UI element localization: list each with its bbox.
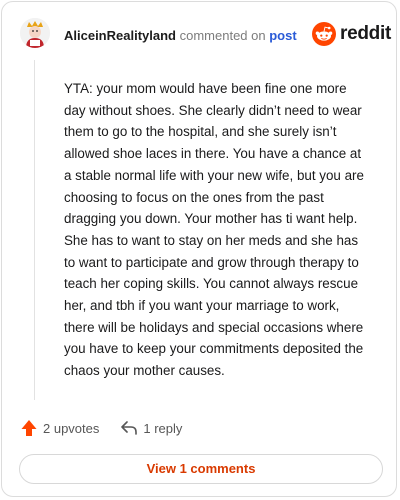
reddit-snoo-icon <box>312 22 336 46</box>
reddit-wordmark: reddit <box>340 23 391 44</box>
comment-body: YTA: your mom would have been fine one m… <box>64 81 364 379</box>
thread-line <box>34 60 35 400</box>
upvote-button[interactable]: 2 upvotes <box>19 418 99 438</box>
view-comments-button[interactable]: View 1 comments <box>19 454 383 484</box>
replies-count: 1 reply <box>143 420 183 436</box>
reddit-logo[interactable]: reddit <box>312 22 391 46</box>
upvote-arrow-icon <box>21 420 37 436</box>
comment-header: AliceinRealityland commented on post <box>64 28 297 43</box>
comment-card: AliceinRealityland commented on post red… <box>1 1 397 497</box>
reply-arrow-icon <box>121 421 138 435</box>
avatar[interactable] <box>20 18 50 48</box>
comment-actions: 2 upvotes 1 reply <box>19 418 182 438</box>
username-link[interactable]: AliceinRealityland <box>64 28 176 43</box>
action-text: commented on <box>179 28 266 43</box>
user-avatar-icon <box>20 18 50 48</box>
upvotes-count: 2 upvotes <box>43 420 100 436</box>
post-link[interactable]: post <box>269 28 296 43</box>
reply-button[interactable]: 1 reply <box>119 418 182 438</box>
